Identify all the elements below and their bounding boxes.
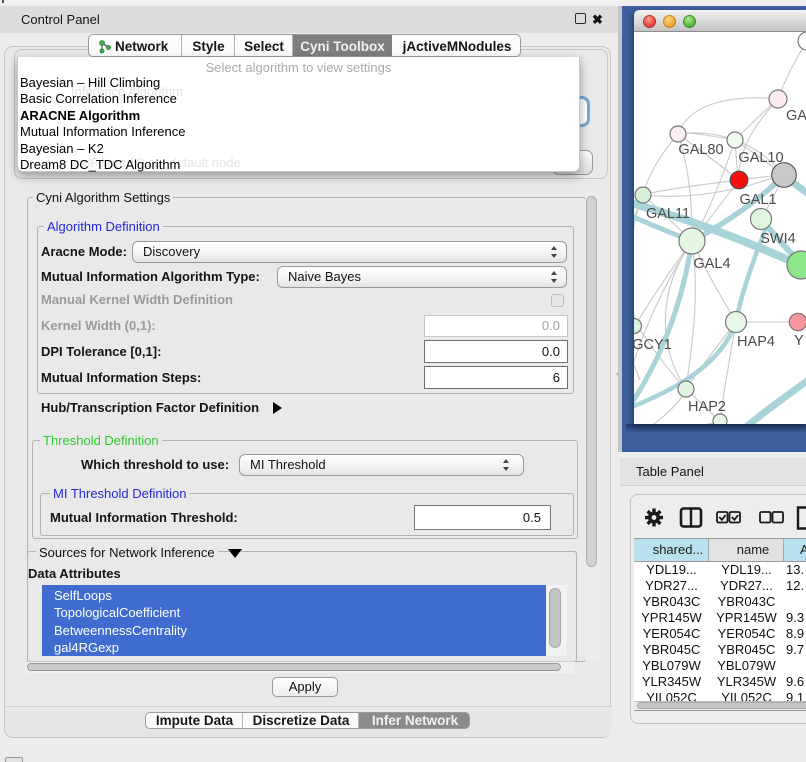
svg-text:GCY1: GCY1 xyxy=(634,337,672,353)
svg-text:GAL10: GAL10 xyxy=(738,150,783,166)
svg-text:HAP4: HAP4 xyxy=(737,334,775,350)
svg-text:Y: Y xyxy=(794,333,804,349)
svg-text:GAL11: GAL11 xyxy=(646,206,690,222)
svg-text:SWI4: SWI4 xyxy=(760,231,795,247)
svg-text:HAP2: HAP2 xyxy=(688,399,726,415)
svg-text:GAL80: GAL80 xyxy=(678,142,723,158)
svg-text:GAL1: GAL1 xyxy=(739,192,776,208)
svg-text:GAL4: GAL4 xyxy=(693,256,730,272)
svg-text:GAL: GAL xyxy=(786,108,806,124)
